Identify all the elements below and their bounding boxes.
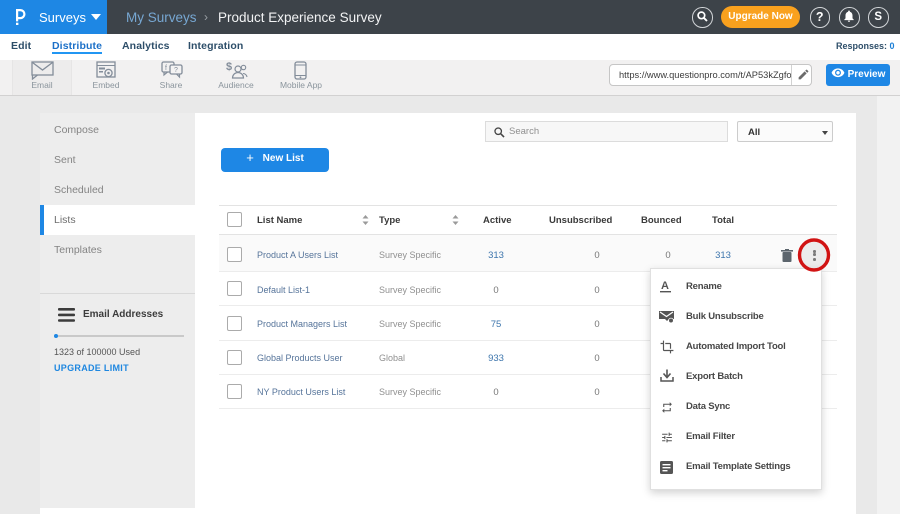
svg-text:?: ? [174,67,178,74]
svg-text:A: A [661,280,669,292]
svg-text:f: f [165,65,167,72]
svg-text:$: $ [226,61,232,73]
